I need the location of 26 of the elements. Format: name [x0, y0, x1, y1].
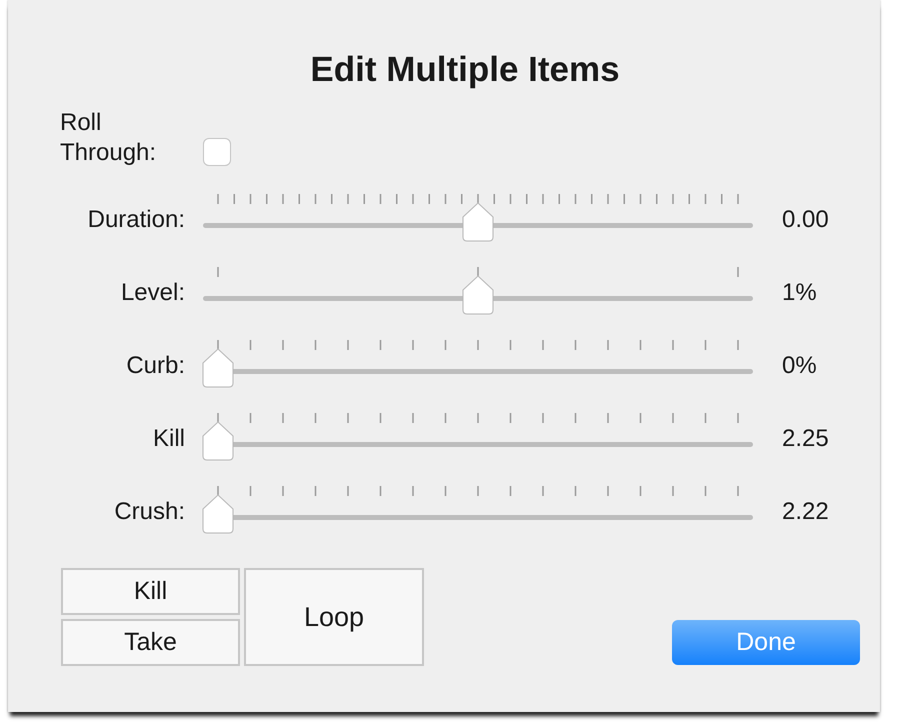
slider-value: 0.00	[782, 206, 830, 234]
slider-value: 2.22	[782, 498, 830, 526]
slider-value: 0%	[782, 352, 818, 380]
slider-thumb[interactable]	[202, 348, 234, 388]
slider[interactable]	[203, 266, 753, 316]
slider-thumb[interactable]	[202, 420, 234, 460]
slider[interactable]	[203, 194, 753, 244]
slider[interactable]	[203, 340, 753, 390]
button[interactable]: Take	[61, 619, 240, 666]
slider[interactable]	[203, 412, 753, 462]
slider-thumb[interactable]	[202, 494, 234, 534]
slider-label: Crush:	[114, 498, 185, 526]
button[interactable]: Kill	[61, 568, 240, 615]
checkbox[interactable]	[203, 138, 231, 166]
slider-label: Kill	[152, 424, 185, 452]
dialog-title: Edit Multiple Items	[309, 50, 621, 90]
slider-label: Duration:	[88, 206, 185, 234]
slider[interactable]	[203, 486, 753, 536]
slider-value: 2.25	[782, 424, 830, 452]
button[interactable]: Loop	[244, 568, 424, 666]
slider-thumb[interactable]	[462, 274, 494, 314]
checkbox-label: Roll Through:	[60, 108, 158, 168]
slider-label: Level:	[120, 278, 185, 306]
slider-thumb[interactable]	[462, 202, 494, 242]
slider-value: 1%	[782, 278, 818, 306]
slider-label: Curb:	[126, 352, 185, 380]
